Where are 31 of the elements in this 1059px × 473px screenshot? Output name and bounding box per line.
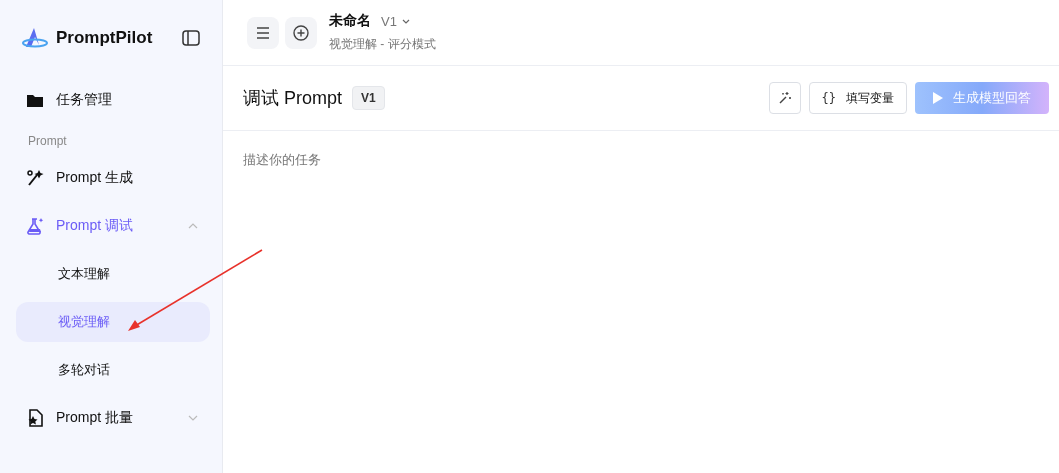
nav-subitem[interactable]: 视觉理解 (16, 302, 210, 342)
add-button[interactable] (285, 16, 317, 49)
nav-subitem[interactable]: 多轮对话 (16, 350, 210, 390)
flask-icon (26, 217, 44, 235)
wand-icon (26, 169, 44, 187)
chevron-icon (401, 18, 410, 24)
nav-item[interactable]: Prompt 调试 (16, 202, 210, 250)
sidebar-toggle-icon[interactable] (182, 30, 200, 46)
logo-icon (22, 27, 48, 49)
magic-button[interactable] (768, 82, 801, 114)
chevron-icon (188, 415, 198, 421)
version-dropdown[interactable]: V1 (381, 13, 410, 29)
play-icon (933, 92, 943, 104)
panel-title: 调试 Prompt (243, 87, 343, 110)
document-star-icon (26, 409, 44, 427)
plus-circle-icon (293, 24, 309, 41)
menu-button[interactable] (247, 16, 279, 49)
document-subtitle: 视觉理解 - 评分模式 (329, 36, 436, 53)
nav-item[interactable]: 任务管理 (16, 76, 210, 124)
nav-item[interactable]: Prompt 生成 (16, 154, 210, 202)
nav-subitem[interactable]: 文本理解 (16, 254, 210, 294)
chevron-icon (188, 223, 198, 229)
sparkle-icon (777, 91, 792, 105)
section-label: Prompt (27, 133, 68, 150)
brand-name: PromptPilot (56, 28, 153, 48)
folder-icon (26, 92, 44, 108)
nav-item[interactable]: Prompt 批量 (16, 394, 210, 442)
fill-variables-button[interactable]: {} 填写变量 (808, 82, 907, 114)
document-title: 未命名 (329, 12, 371, 30)
menu-icon (256, 26, 270, 39)
version-badge: V1 (352, 86, 385, 110)
